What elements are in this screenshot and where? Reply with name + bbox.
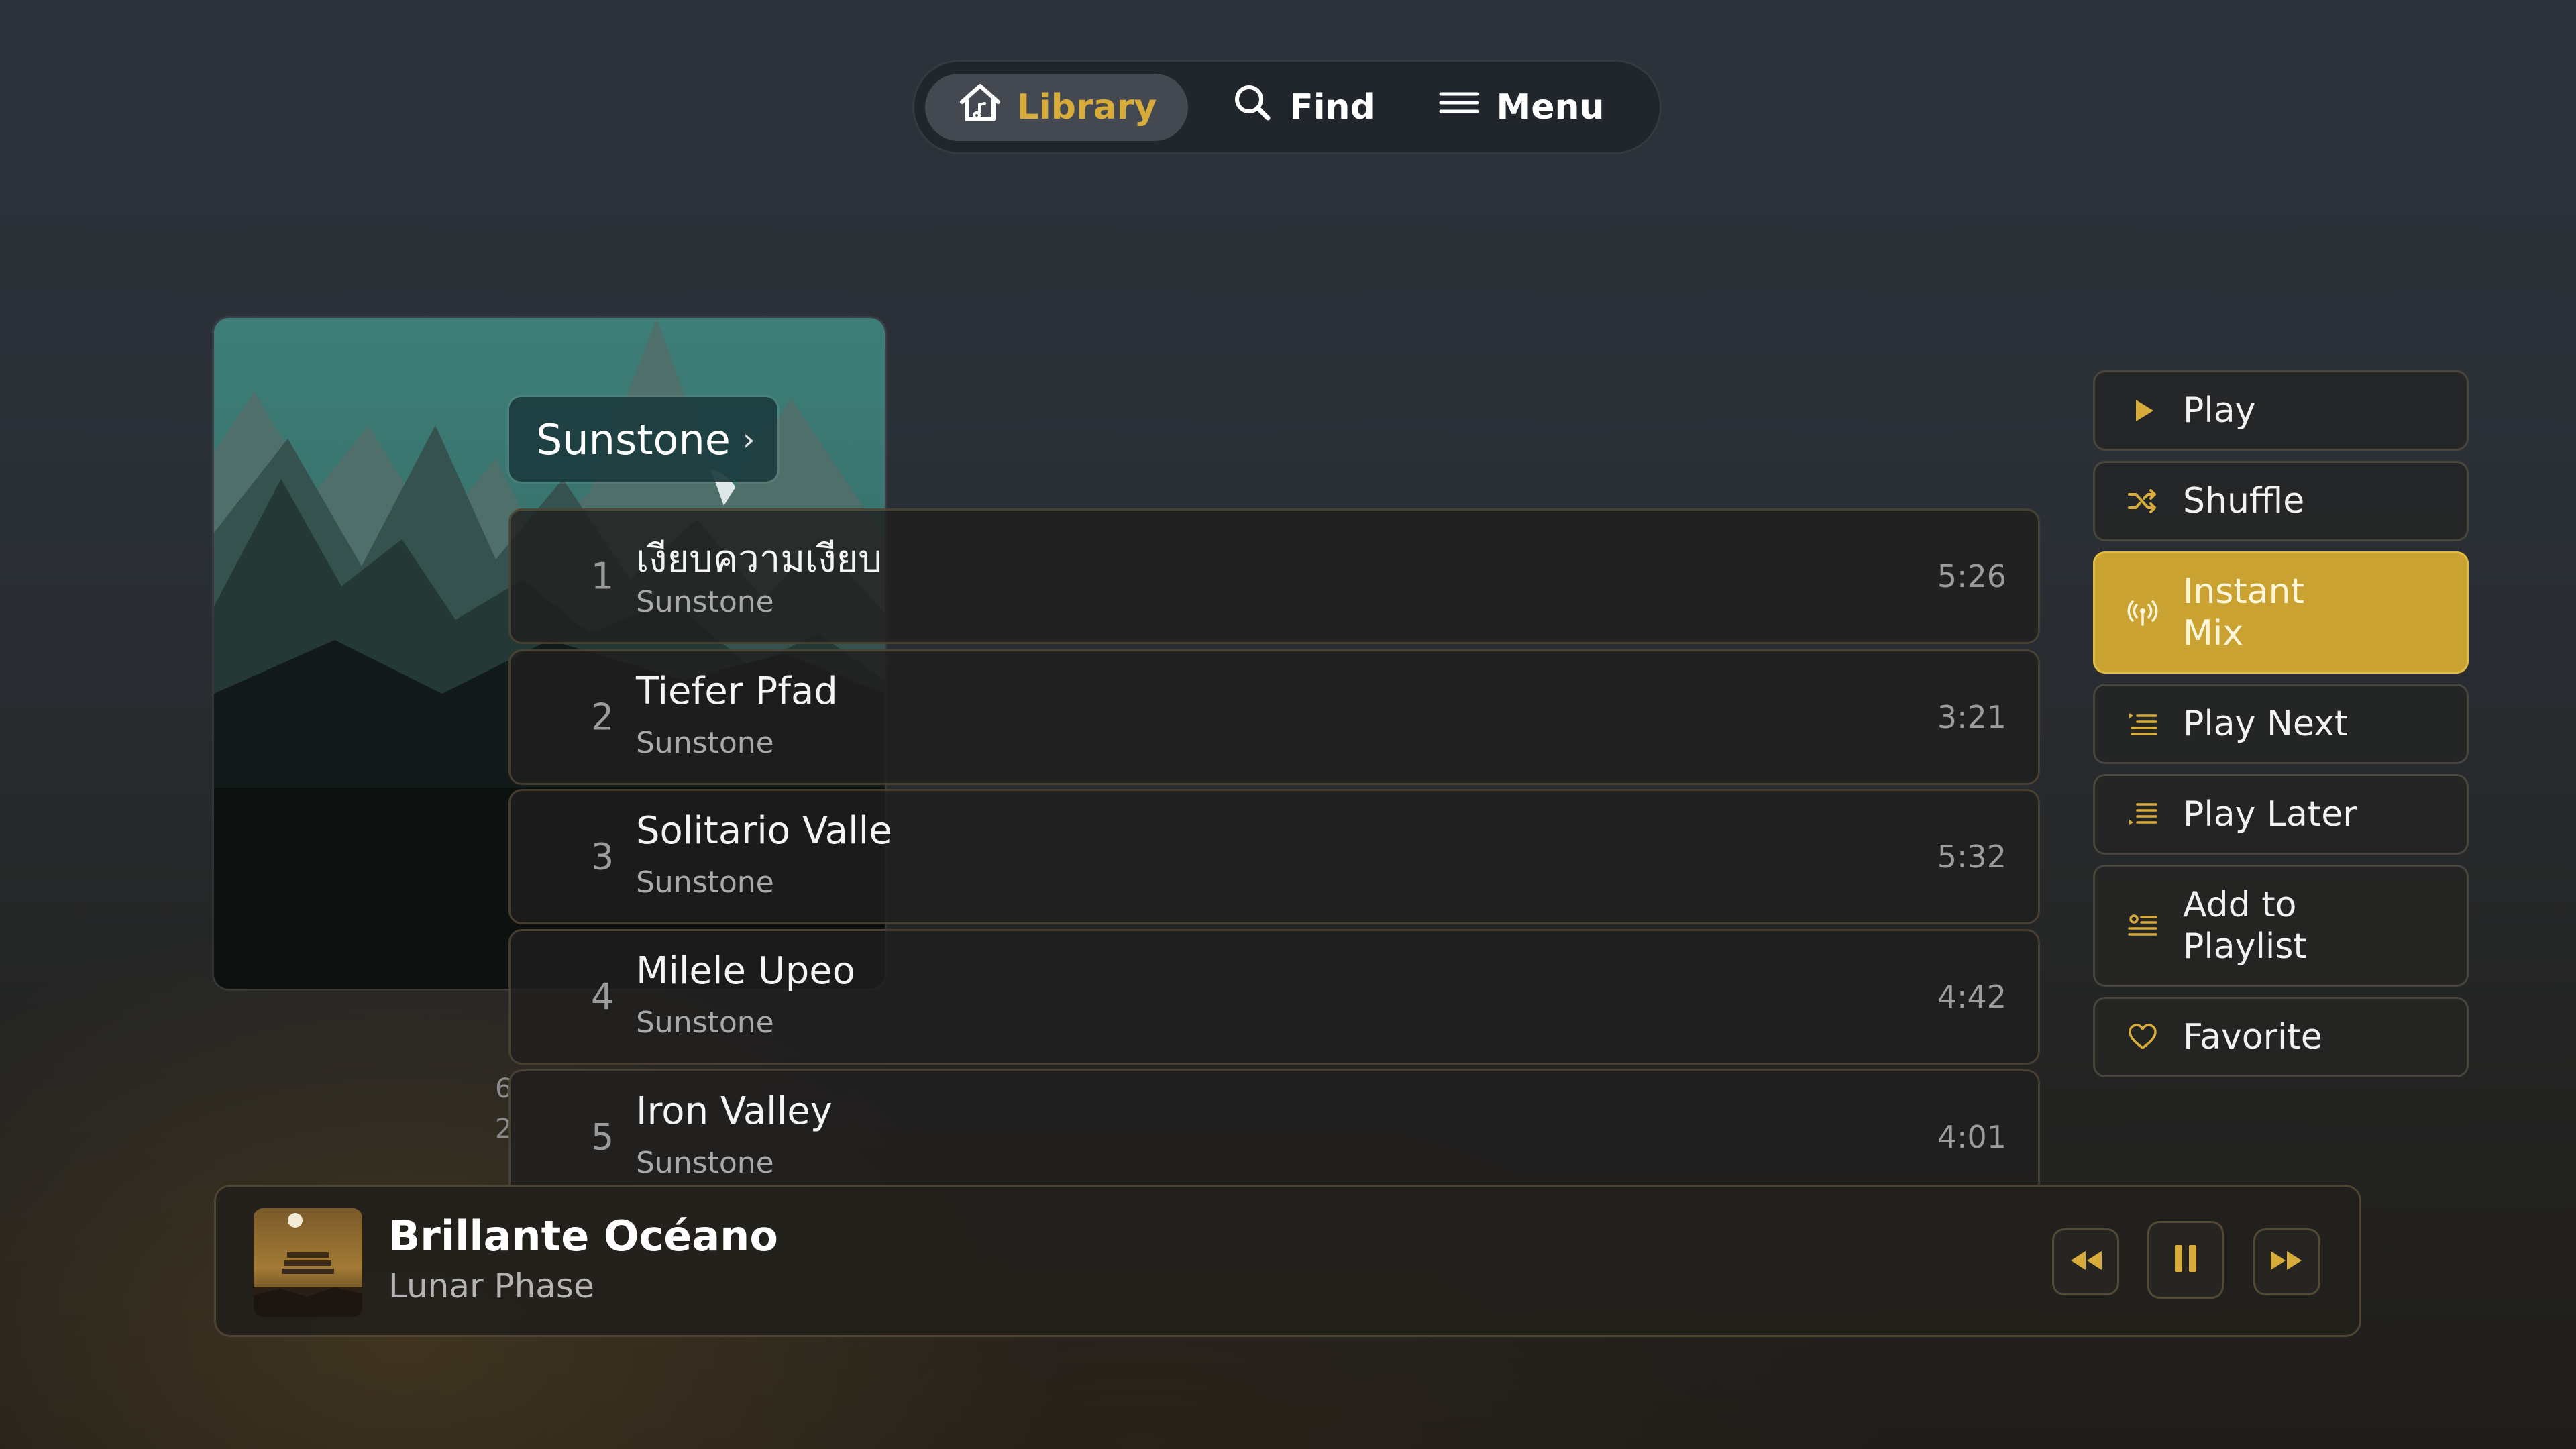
track-row[interactable]: 3 Solitario Valle Sunstone 5:32 (508, 789, 2040, 924)
track-list: 1 เงียบความเงียบ Sunstone 5:26 2 Tiefer … (508, 508, 2040, 1185)
fast-forward-icon (2267, 1240, 2307, 1283)
instant-mix-button[interactable]: Instant Mix (2093, 551, 2469, 674)
album-title-chip[interactable]: Sunstone › (509, 397, 777, 482)
track-duration: 5:32 (1937, 839, 2006, 875)
add-to-playlist-label-line1: Add to (2183, 885, 2297, 925)
queue-later-icon (2127, 798, 2159, 830)
top-navigation: Library Find Menu (914, 62, 1660, 152)
now-playing-bar[interactable]: Brillante Océano Lunar Phase (214, 1185, 2361, 1337)
instant-mix-label: Instant Mix (2183, 571, 2304, 654)
nav-find-tab[interactable]: Find (1195, 74, 1409, 141)
play-button[interactable]: Play (2093, 370, 2469, 451)
track-number: 3 (590, 835, 614, 878)
nav-menu-label: Menu (1496, 87, 1605, 127)
now-playing-artist: Lunar Phase (388, 1267, 594, 1305)
track-artist: Sunstone (636, 865, 774, 900)
play-icon (2127, 394, 2159, 427)
nav-find-label: Find (1289, 87, 1375, 127)
add-to-playlist-label-line2: Playlist (2183, 926, 2307, 967)
track-artist: Sunstone (636, 585, 774, 619)
track-artist: Sunstone (636, 1006, 774, 1040)
album-title: Sunstone (536, 415, 731, 464)
track-row[interactable]: 1 เงียบความเงียบ Sunstone 5:26 (508, 508, 2040, 644)
chevron-right-icon: › (742, 421, 755, 458)
search-icon (1229, 79, 1276, 135)
track-number: 2 (590, 696, 614, 739)
track-row[interactable]: 5 Iron Valley Sunstone 4:01 (508, 1069, 2040, 1185)
track-duration: 4:42 (1937, 979, 2006, 1015)
track-title: เงียบความเงียบ (636, 537, 882, 581)
heart-icon (2127, 1021, 2159, 1053)
play-later-button[interactable]: Play Later (2093, 774, 2469, 855)
track-row[interactable]: 2 Tiefer Pfad Sunstone 3:21 (508, 649, 2040, 785)
play-next-button[interactable]: Play Next (2093, 684, 2469, 764)
add-to-playlist-button[interactable]: Add to Playlist (2093, 865, 2469, 987)
rewind-button[interactable] (2052, 1228, 2119, 1295)
nav-menu-tab[interactable]: Menu (1409, 74, 1631, 141)
pause-button[interactable] (2147, 1221, 2224, 1299)
nav-library-label: Library (1016, 87, 1157, 127)
track-title: Tiefer Pfad (636, 669, 838, 713)
track-artist: Sunstone (636, 1146, 774, 1180)
now-playing-artwork (254, 1208, 362, 1317)
track-duration: 3:21 (1937, 699, 2006, 735)
favorite-button[interactable]: Favorite (2093, 997, 2469, 1077)
track-title: Solitario Valle (636, 809, 892, 853)
home-icon (957, 79, 1004, 135)
favorite-label: Favorite (2183, 1017, 2322, 1057)
track-title: Milele Upeo (636, 949, 855, 993)
track-artist: Sunstone (636, 726, 774, 760)
queue-next-icon (2127, 708, 2159, 740)
fast-forward-button[interactable] (2253, 1228, 2320, 1295)
instant-mix-label-line2: Mix (2183, 613, 2244, 653)
now-playing-title: Brillante Océano (388, 1212, 778, 1260)
shuffle-button[interactable]: Shuffle (2093, 461, 2469, 541)
rewind-icon (2065, 1240, 2106, 1283)
nav-library-tab[interactable]: Library (925, 73, 1188, 141)
add-to-playlist-label: Add to Playlist (2183, 884, 2307, 967)
play-later-label: Play Later (2183, 794, 2357, 835)
track-duration: 5:26 (1937, 558, 2006, 594)
shuffle-button-label: Shuffle (2183, 481, 2305, 521)
play-next-label: Play Next (2183, 704, 2349, 744)
track-number: 4 (590, 975, 614, 1018)
track-number: 1 (590, 555, 614, 598)
playlist-add-icon (2127, 910, 2159, 942)
instant-mix-label-line1: Instant (2183, 572, 2304, 612)
hamburger-icon (1436, 79, 1483, 135)
pause-icon (2165, 1238, 2206, 1281)
play-button-label: Play (2183, 390, 2256, 431)
track-duration: 4:01 (1937, 1119, 2006, 1155)
track-title: Iron Valley (636, 1089, 833, 1133)
track-row[interactable]: 4 Milele Upeo Sunstone 4:42 (508, 929, 2040, 1065)
broadcast-icon (2127, 596, 2159, 629)
shuffle-icon (2127, 485, 2159, 517)
track-number: 5 (590, 1116, 614, 1159)
